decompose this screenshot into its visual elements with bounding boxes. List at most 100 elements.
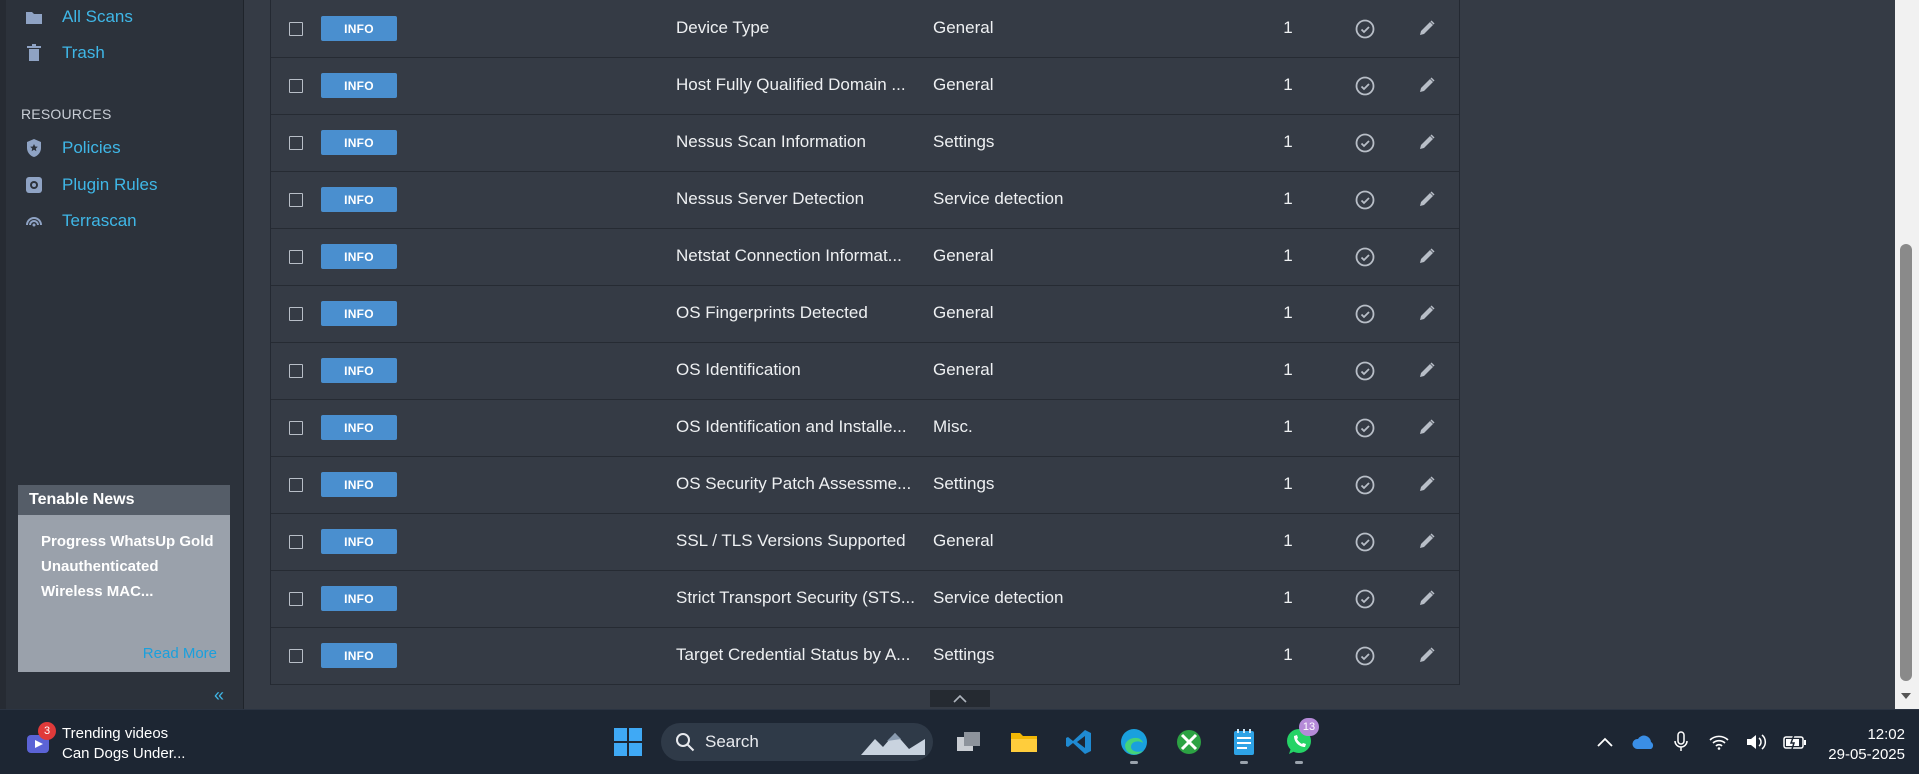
notepad-button[interactable] [1222,722,1266,764]
chevron-up-icon [953,694,967,703]
table-row[interactable]: INFO Nessus Server Detection Service detec… [271,171,1459,229]
plugin-name[interactable]: Target Credential Status by A... [676,645,910,665]
row-checkbox[interactable] [289,421,303,435]
row-checkbox[interactable] [289,250,303,264]
wifi-button[interactable] [1704,727,1734,757]
table-row[interactable]: INFO Netstat Connection Informat... Genera… [271,228,1459,286]
row-checkbox[interactable] [289,649,303,663]
row-checkbox[interactable] [289,136,303,150]
plugin-name[interactable]: Device Type [676,18,769,38]
row-checkbox[interactable] [289,307,303,321]
onedrive-button[interactable] [1628,727,1658,757]
table-row[interactable]: INFO Nessus Scan Information Settings 1 [271,114,1459,172]
row-checkbox[interactable] [289,478,303,492]
row-checkbox[interactable] [289,535,303,549]
plugin-name[interactable]: SSL / TLS Versions Supported [676,531,906,551]
edit-pencil-icon[interactable] [1417,645,1437,665]
snooze-icon[interactable] [1354,132,1376,154]
search-highlight-mountains-icon [861,733,925,755]
plugin-name[interactable]: OS Fingerprints Detected [676,303,868,323]
microphone-button[interactable] [1666,727,1696,757]
row-checkbox[interactable] [289,22,303,36]
snooze-icon[interactable] [1354,246,1376,268]
vertical-scrollbar[interactable] [1895,0,1919,709]
sidebar-item-all-scans[interactable]: All Scans [24,3,133,31]
widget-title: Trending videos [62,725,169,742]
start-button[interactable] [606,722,650,762]
snooze-icon[interactable] [1354,531,1376,553]
edge-browser-button[interactable] [1112,722,1156,764]
edit-pencil-icon[interactable] [1417,303,1437,323]
table-row[interactable]: INFO Host Fully Qualified Domain ... Gener… [271,57,1459,115]
snooze-icon[interactable] [1354,645,1376,667]
widgets-button[interactable]: 3 Trending videos Can Dogs Under... [24,722,185,764]
severity-badge: INFO [321,73,397,98]
edit-pencil-icon[interactable] [1417,474,1437,494]
table-row[interactable]: INFO Strict Transport Security (STS... Ser… [271,570,1459,628]
scrollbar-thumb[interactable] [1900,244,1912,681]
table-row[interactable]: INFO OS Identification and Installe... Mis… [271,399,1459,457]
snooze-icon[interactable] [1354,588,1376,610]
file-explorer-button[interactable] [1002,722,1046,762]
scroll-to-top-button[interactable] [930,690,990,707]
snooze-icon[interactable] [1354,360,1376,382]
collapse-sidebar-icon[interactable]: « [214,685,224,706]
plugin-count: 1 [1283,75,1293,94]
edit-pencil-icon[interactable] [1417,18,1437,38]
edit-pencil-icon[interactable] [1417,189,1437,209]
show-hidden-icons-button[interactable] [1590,727,1620,757]
edit-pencil-icon[interactable] [1417,417,1437,437]
table-row[interactable]: INFO OS Fingerprints Detected General 1 [271,285,1459,343]
sidebar-item-terrascan[interactable]: Terrascan [24,207,137,235]
battery-button[interactable] [1780,727,1810,757]
row-checkbox[interactable] [289,364,303,378]
plugin-count: 1 [1283,18,1293,37]
plugin-count: 1 [1283,246,1293,265]
sidebar-item-policies[interactable]: Policies [24,134,121,162]
task-view-button[interactable] [947,722,991,762]
severity-badge: INFO [321,415,397,440]
plugin-name[interactable]: OS Identification and Installe... [676,417,907,437]
plugin-name[interactable]: Nessus Scan Information [676,132,866,152]
whatsapp-button[interactable]: 13 [1277,718,1321,764]
sidebar-item-trash[interactable]: Trash [24,39,105,67]
edit-pencil-icon[interactable] [1417,132,1437,152]
plugin-name[interactable]: OS Security Patch Assessme... [676,474,911,494]
edit-pencil-icon[interactable] [1417,246,1437,266]
edit-pencil-icon[interactable] [1417,588,1437,608]
row-checkbox[interactable] [289,193,303,207]
plugin-count: 1 [1283,132,1293,151]
trash-icon [24,43,44,63]
plugin-name[interactable]: Netstat Connection Informat... [676,246,902,266]
row-checkbox[interactable] [289,79,303,93]
snooze-icon[interactable] [1354,189,1376,211]
plugin-name[interactable]: Nessus Server Detection [676,189,864,209]
table-row[interactable]: INFO Device Type General 1 [271,0,1459,58]
snooze-icon[interactable] [1354,417,1376,439]
sidebar-item-plugin-rules[interactable]: Plugin Rules [24,171,157,199]
snooze-icon[interactable] [1354,474,1376,496]
plugin-name[interactable]: Host Fully Qualified Domain ... [676,75,906,95]
table-row[interactable]: INFO OS Identification General 1 [271,342,1459,400]
vscode-button[interactable] [1057,722,1101,762]
snooze-icon[interactable] [1354,303,1376,325]
xbox-button[interactable] [1167,722,1211,762]
table-row[interactable]: INFO Target Credential Status by A... Sett… [271,627,1459,685]
scroll-down-arrow-icon[interactable] [1900,689,1912,703]
volume-button[interactable] [1742,727,1772,757]
taskbar-clock[interactable]: 12:02 29-05-2025 [1815,725,1905,765]
table-row[interactable]: INFO OS Security Patch Assessme... Setting… [271,456,1459,514]
running-indicator [1295,761,1303,764]
snooze-icon[interactable] [1354,75,1376,97]
table-row[interactable]: INFO SSL / TLS Versions Supported General 1 [271,513,1459,571]
plugin-name[interactable]: OS Identification [676,360,801,380]
news-headline[interactable]: Progress WhatsUp Gold Unauthenticated Wi… [18,515,230,604]
plugin-name[interactable]: Strict Transport Security (STS... [676,588,915,608]
taskbar-search-box[interactable]: Search [661,723,933,761]
read-more-link[interactable]: Read More [143,645,217,662]
edit-pencil-icon[interactable] [1417,531,1437,551]
row-checkbox[interactable] [289,592,303,606]
edit-pencil-icon[interactable] [1417,75,1437,95]
edit-pencil-icon[interactable] [1417,360,1437,380]
snooze-icon[interactable] [1354,18,1376,40]
